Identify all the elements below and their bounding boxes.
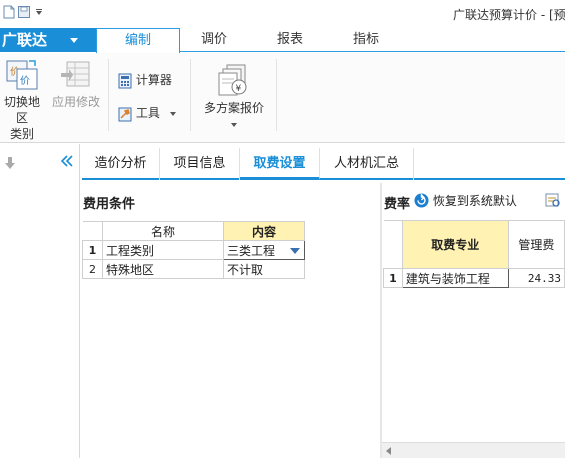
select-value: 三类工程: [227, 243, 276, 258]
ribbon-tab-reports[interactable]: 报表: [262, 28, 318, 52]
restore-default-button[interactable]: 恢复到系统默认: [414, 192, 517, 210]
save-icon[interactable]: [17, 5, 31, 19]
svg-text:¥: ¥: [236, 84, 242, 94]
file-icon[interactable]: [2, 5, 16, 19]
ribbon-panel: 价 价 切换地区 类别 应用修改 计算器 工具 ¥ 多方案报价: [0, 53, 565, 143]
svg-text:价: 价: [20, 75, 30, 87]
tools-button[interactable]: 工具: [118, 103, 176, 123]
cell-name[interactable]: 工程类别: [102, 240, 224, 260]
app-window: 广联达预算计价 - [预 广联达 编制 调价 报表 指标 价 价 切换地区 类别: [0, 0, 565, 458]
apply-changes-button[interactable]: 应用修改: [50, 57, 102, 110]
table-header-row: 名称 内容: [82, 221, 305, 241]
tools-icon: [118, 107, 132, 121]
rate-tool-icon[interactable]: [545, 192, 561, 208]
rates-title: 费率: [384, 197, 411, 212]
ribbon-tab-adjust-price[interactable]: 调价: [186, 28, 242, 52]
column-header-mgmt-fee[interactable]: 管理费: [507, 220, 565, 269]
tab-cost-analysis[interactable]: 造价分析: [82, 148, 160, 180]
fee-conditions-table: 名称 内容 1 工程类别 三类工程 2 特殊地区 不计取: [82, 221, 305, 279]
multi-scheme-quote-button[interactable]: ¥ 多方案报价: [198, 63, 270, 130]
row-number: 1: [82, 240, 103, 260]
table-row[interactable]: 1 工程类别 三类工程: [82, 240, 305, 260]
content-tab-bar: 造价分析 项目信息 取费设置 人材机汇总: [82, 148, 565, 180]
switch-region-label-2: 类别: [9, 127, 34, 141]
multi-quote-icon: ¥: [218, 64, 247, 96]
ribbon-divider: [108, 59, 109, 131]
calculator-icon: [118, 73, 132, 88]
ribbon-tab-bar: 广联达 编制 调价 报表 指标: [0, 28, 565, 53]
row-number: 2: [82, 259, 103, 279]
fee-conditions-title: 费用条件: [83, 197, 136, 212]
left-nav-panel: [0, 144, 80, 458]
horizontal-scrollbar[interactable]: [382, 442, 565, 458]
arrow-down-icon[interactable]: [4, 156, 16, 170]
cell-content[interactable]: 不计取: [223, 259, 305, 279]
project-category-select[interactable]: 三类工程: [223, 240, 305, 260]
table-row[interactable]: 1 建筑与装饰工程 24.33: [383, 268, 565, 288]
rates-table: 取费专业 管理费 1 建筑与装饰工程 24.33: [383, 220, 565, 288]
app-menu-button[interactable]: 广联达: [0, 28, 96, 52]
table-row[interactable]: 2 特殊地区 不计取: [82, 259, 305, 279]
cell-specialty[interactable]: 建筑与装饰工程: [401, 268, 509, 288]
app-menu-label: 广联达: [2, 31, 48, 49]
multi-quote-label: 多方案报价: [203, 101, 264, 115]
title-bar: 广联达预算计价 - [预: [0, 0, 565, 28]
restore-default-label: 恢复到系统默认: [432, 194, 517, 208]
ribbon-tab-indicators[interactable]: 指标: [338, 28, 394, 52]
column-header-specialty[interactable]: 取费专业: [401, 220, 509, 269]
ribbon-divider: [190, 59, 191, 131]
calculator-button[interactable]: 计算器: [118, 70, 172, 90]
apply-changes-icon: [61, 61, 90, 87]
quick-access-dropdown-icon[interactable]: [32, 5, 46, 19]
switch-region-label-1: 切换地区: [3, 95, 40, 125]
cell-mgmt-fee[interactable]: 24.33: [507, 268, 565, 288]
chevron-down-icon: [70, 38, 78, 43]
dropdown-arrow-icon[interactable]: [290, 248, 300, 254]
tab-labor-material-summary[interactable]: 人材机汇总: [320, 148, 414, 180]
scroll-left-icon[interactable]: [386, 447, 391, 455]
table-header-row: 取费专业 管理费: [383, 220, 565, 269]
cell-name[interactable]: 特殊地区: [102, 259, 224, 279]
row-number-header: [383, 220, 403, 269]
ribbon-divider: [276, 59, 277, 131]
switch-region-category-button[interactable]: 价 价 切换地区 类别: [0, 57, 44, 142]
panel-splitter[interactable]: [380, 183, 382, 458]
apply-changes-label: 应用修改: [51, 95, 100, 109]
tab-project-info[interactable]: 项目信息: [160, 148, 240, 180]
column-header-name[interactable]: 名称: [102, 221, 224, 241]
switch-region-icon: 价 价: [6, 60, 38, 90]
row-number-header: [82, 221, 103, 241]
tools-label: 工具: [135, 106, 160, 120]
column-header-content[interactable]: 内容: [223, 221, 305, 241]
restore-icon: [414, 193, 429, 208]
chevron-down-icon: [231, 123, 237, 127]
ribbon-tab-compile[interactable]: 编制: [96, 28, 180, 53]
calculator-label: 计算器: [135, 73, 172, 87]
chevron-down-icon: [169, 111, 176, 116]
tab-fee-settings[interactable]: 取费设置: [240, 148, 320, 180]
collapse-panel-icon[interactable]: [60, 154, 74, 168]
window-title: 广联达预算计价 - [预: [453, 8, 565, 22]
row-number: 1: [383, 268, 403, 288]
